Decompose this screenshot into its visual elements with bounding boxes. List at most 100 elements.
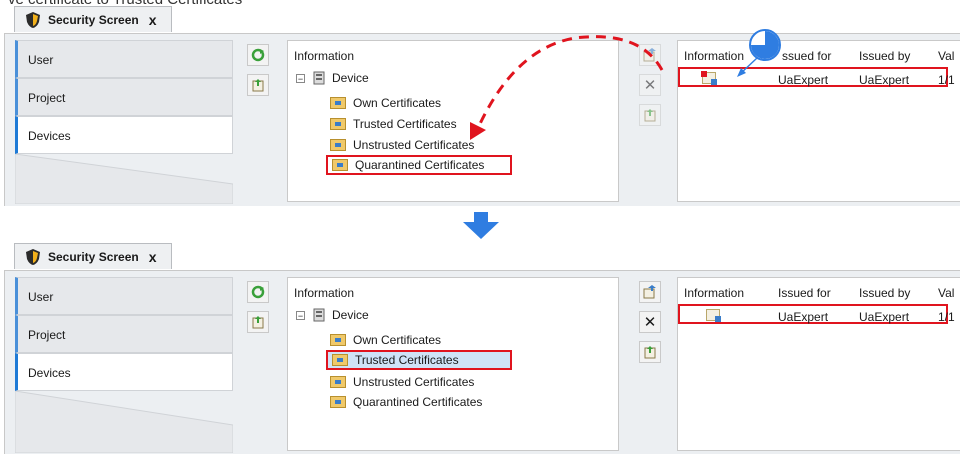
close-icon[interactable]: x	[149, 249, 157, 265]
tree-node-trusted-certificates[interactable]: Trusted Certificates	[326, 114, 461, 134]
tree-node-trusted-certificates[interactable]: Trusted Certificates	[326, 350, 512, 370]
tab-security-screen[interactable]: Security Screen x	[14, 243, 172, 269]
export-icon	[644, 109, 656, 122]
sidebar-item-user[interactable]: User	[15, 40, 233, 78]
folder-icon	[330, 396, 346, 408]
screen-before: Security Screen x User Project Devices I…	[0, 6, 960, 208]
table-toolbar: ✕	[639, 281, 663, 371]
column-header-issued-by[interactable]: Issued by	[859, 49, 910, 63]
tree-node-device[interactable]: − Device	[296, 308, 369, 322]
folder-icon	[332, 354, 348, 366]
node-label: Unstrusted Certificates	[353, 375, 475, 389]
node-label: Quarantined Certificates	[353, 395, 483, 409]
sidebar-item-label: Devices	[28, 129, 71, 143]
certificate-tree: Information − Device Own Certificates Tr…	[287, 277, 619, 451]
import-icon	[252, 316, 264, 329]
export-button[interactable]	[639, 341, 661, 363]
collapse-icon[interactable]: −	[296, 73, 305, 83]
workarea: User Project Devices Information − Devic…	[4, 271, 960, 454]
node-label: Quarantined Certificates	[355, 158, 485, 172]
node-label: Trusted Certificates	[355, 353, 459, 367]
tab-security-screen[interactable]: Security Screen x	[14, 6, 172, 32]
import-icon	[252, 79, 264, 92]
refresh-button[interactable]	[247, 44, 269, 66]
import-button[interactable]	[247, 311, 269, 333]
tree-toolbar	[247, 281, 271, 341]
import-button[interactable]	[247, 74, 269, 96]
valid-cell: 1/1	[938, 73, 955, 87]
sidebar-item-label: User	[28, 53, 54, 67]
delete-icon: ✕	[643, 314, 657, 331]
column-header-valid[interactable]: Val	[938, 286, 954, 300]
sidebar-item-label: User	[28, 290, 54, 304]
close-icon[interactable]: x	[149, 12, 157, 28]
refresh-button[interactable]	[247, 281, 269, 303]
device-icon	[313, 308, 325, 322]
column-header-valid[interactable]: Val	[938, 49, 954, 63]
export-icon	[644, 346, 656, 359]
tree-node-device[interactable]: − Device	[296, 71, 369, 85]
tree-header: Information	[294, 286, 355, 300]
folder-icon	[330, 139, 346, 151]
sidebar: User Project Devices	[14, 40, 234, 207]
tab-strip: Security Screen x	[4, 243, 960, 271]
delete-button[interactable]: ✕	[639, 74, 661, 96]
tab-title: Security Screen	[48, 249, 139, 264]
certificate-table: Information Issued for Issued by Val UaE…	[677, 277, 960, 451]
sidebar-item-label: Devices	[28, 366, 71, 380]
tab-title: Security Screen	[48, 12, 139, 27]
delete-icon: ✕	[643, 77, 657, 94]
tree-node-quarantined-certificates[interactable]: Quarantined Certificates	[326, 155, 512, 175]
certificate-icon	[701, 71, 717, 85]
device-label: Device	[332, 71, 369, 85]
certificate-tree: Information − Device Own Certificates Tr…	[287, 40, 619, 202]
issued-by-cell: UaExpert	[859, 73, 910, 87]
workarea: User Project Devices Information − Devic…	[4, 34, 960, 206]
issued-for-cell: UaExpert	[778, 310, 829, 324]
shield-icon	[26, 248, 40, 265]
refresh-icon	[251, 48, 265, 62]
table-toolbar: ✕	[639, 44, 663, 134]
tree-header: Information	[294, 49, 355, 63]
tree-toolbar	[247, 44, 271, 104]
trust-icon	[643, 285, 656, 299]
column-header-information[interactable]: Information	[684, 286, 744, 300]
collapse-icon[interactable]: −	[296, 310, 305, 320]
node-label: Unstrusted Certificates	[353, 138, 475, 152]
trust-button[interactable]	[639, 281, 661, 303]
column-header-issued-by[interactable]: Issued by	[859, 286, 910, 300]
sidebar-item-devices[interactable]: Devices	[15, 353, 233, 391]
column-header-issued-for[interactable]: ssued for	[782, 49, 831, 63]
screen-after: Security Screen x User Project Devices I…	[0, 243, 960, 455]
node-label: Trusted Certificates	[353, 117, 457, 131]
tree-node-quarantined-certificates[interactable]: Quarantined Certificates	[326, 392, 486, 412]
tab-strip: Security Screen x	[4, 6, 960, 34]
tree-node-own-certificates[interactable]: Own Certificates	[326, 330, 445, 350]
issued-by-cell: UaExpert	[859, 310, 910, 324]
down-arrow-icon	[463, 212, 499, 239]
sidebar-item-user[interactable]: User	[15, 277, 233, 315]
tree-node-own-certificates[interactable]: Own Certificates	[326, 93, 445, 113]
sidebar-item-project[interactable]: Project	[15, 78, 233, 116]
folder-icon	[330, 118, 346, 130]
column-header-issued-for[interactable]: Issued for	[778, 286, 831, 300]
tree-node-unstrusted-certificates[interactable]: Unstrusted Certificates	[326, 372, 478, 392]
export-button[interactable]	[639, 104, 661, 126]
column-header-information[interactable]: Information	[684, 49, 744, 63]
sidebar: User Project Devices	[14, 277, 234, 456]
trust-button[interactable]	[639, 44, 661, 66]
shield-icon	[26, 11, 40, 28]
issued-for-cell: UaExpert	[778, 73, 829, 87]
delete-button[interactable]: ✕	[639, 311, 661, 333]
folder-icon	[330, 97, 346, 109]
sidebar-tab-shape	[14, 153, 234, 205]
certificate-icon	[706, 309, 721, 322]
tree-node-unstrusted-certificates[interactable]: Unstrusted Certificates	[326, 135, 478, 155]
folder-icon	[330, 376, 346, 388]
refresh-icon	[251, 285, 265, 299]
valid-cell: 1/1	[938, 310, 955, 324]
node-label: Own Certificates	[353, 96, 442, 110]
sidebar-item-label: Project	[28, 91, 66, 105]
sidebar-item-project[interactable]: Project	[15, 315, 233, 353]
sidebar-item-devices[interactable]: Devices	[15, 116, 233, 154]
